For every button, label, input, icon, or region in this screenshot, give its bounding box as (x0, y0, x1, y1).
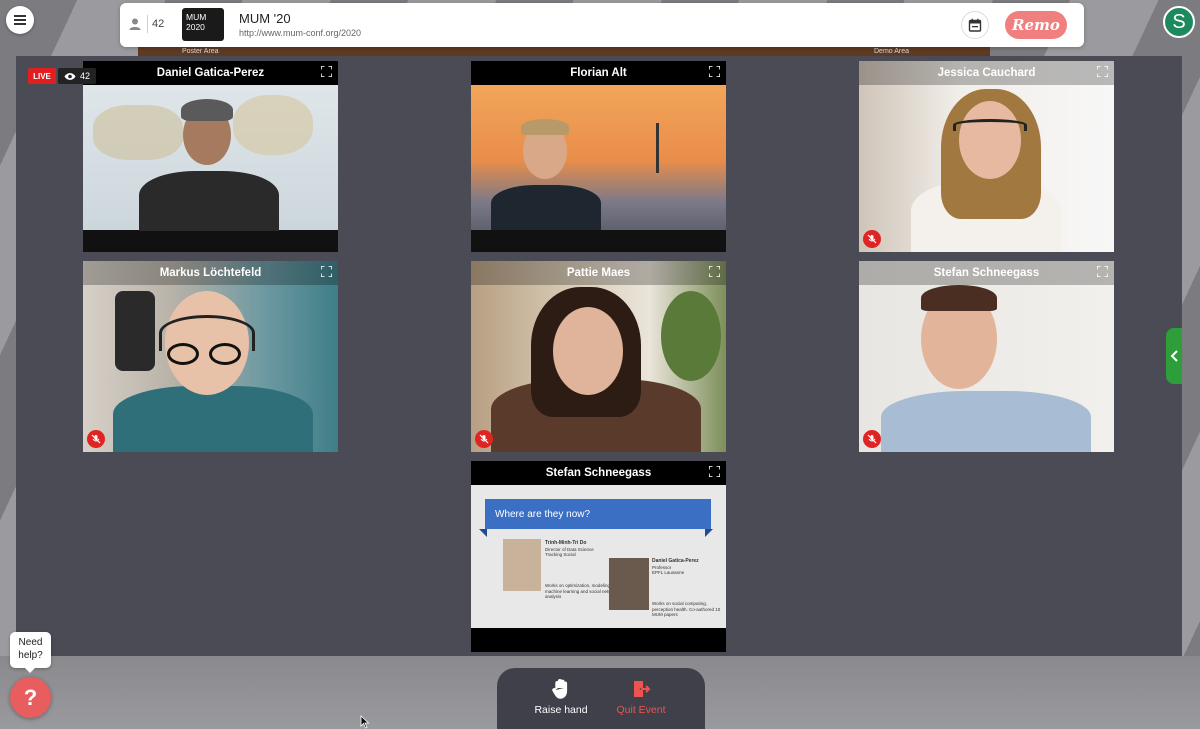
mic-muted-icon (87, 430, 105, 448)
video-tile[interactable]: Jessica Cauchard (859, 61, 1114, 252)
help-tooltip: Need help? (10, 632, 51, 673)
chevron-left-icon (1170, 350, 1178, 362)
expand-icon[interactable] (321, 266, 332, 277)
room-label-demo[interactable]: Demo Area (874, 48, 909, 55)
tile-name: Daniel Gatica-Perez (83, 61, 338, 85)
video-feed (471, 261, 726, 452)
live-badge: LIVE (28, 68, 56, 84)
calendar-button[interactable] (961, 11, 989, 39)
mic-muted-icon (863, 230, 881, 248)
expand-icon[interactable] (709, 266, 720, 277)
slide-person-2-name: Daniel Gatica-Perez (652, 558, 699, 564)
tile-name: Jessica Cauchard (859, 61, 1114, 85)
eye-icon (64, 72, 76, 80)
slide-person-1-org: Tracking Social (545, 552, 576, 557)
side-drawer-toggle[interactable] (1166, 328, 1182, 384)
slide-person-2-role: Professor (652, 564, 672, 570)
slide-person-2: Daniel Gatica-Perez Professor EPFL Lausa… (652, 558, 722, 576)
remo-logo: Remo (1005, 11, 1067, 39)
expand-icon[interactable] (709, 466, 720, 477)
slide-title: Where are they now? (485, 499, 711, 529)
hamburger-icon (14, 15, 26, 25)
video-tile[interactable]: Stefan Schneegass (859, 261, 1114, 452)
calendar-icon (968, 18, 982, 32)
tile-name: Stefan Schneegass (859, 261, 1114, 285)
logo-line-1: MUM (186, 12, 207, 22)
raise-hand-label: Raise hand (534, 704, 588, 716)
event-logo: MUM 2020 (182, 8, 224, 41)
quit-event-button[interactable]: Quit Event (601, 678, 681, 716)
help-button[interactable]: ? (10, 677, 51, 718)
video-tile[interactable]: Florian Alt (471, 61, 726, 252)
video-feed (471, 85, 726, 252)
tile-name: Stefan Schneegass (471, 461, 726, 485)
tile-name: Florian Alt (471, 61, 726, 85)
slide-person-2-desc: Works on social computing, perception he… (652, 601, 721, 617)
video-tile[interactable]: Daniel Gatica-Perez (83, 61, 338, 252)
expand-icon[interactable] (1097, 66, 1108, 77)
viewer-count: 42 (79, 71, 90, 81)
mic-muted-icon (475, 430, 493, 448)
video-tile[interactable]: Pattie Maes (471, 261, 726, 452)
slide-person-2-org: EPFL Lausanne (652, 570, 685, 575)
divider (147, 15, 148, 33)
quit-event-label: Quit Event (616, 704, 666, 716)
slide-photo (503, 539, 541, 591)
slide-banner-fold (705, 529, 713, 537)
tile-name: Markus Löchtefeld (83, 261, 338, 285)
tile-name: Pattie Maes (471, 261, 726, 285)
expand-icon[interactable] (321, 66, 332, 77)
help-tooltip-line-2: help? (18, 650, 43, 661)
slide-person-1-role: Director of Data Science (545, 546, 594, 552)
expand-icon[interactable] (709, 66, 720, 77)
person-icon (129, 18, 141, 30)
help-tooltip-line-1: Need (18, 637, 43, 648)
user-avatar[interactable]: S (1163, 6, 1195, 38)
control-bar: Raise hand Quit Event (497, 668, 705, 729)
question-icon: ? (23, 684, 38, 710)
menu-button[interactable] (6, 6, 34, 34)
screenshare-tile[interactable]: Stefan Schneegass Where are they now? Tr… (471, 461, 726, 652)
viewer-count-badge: 42 (58, 68, 96, 84)
mic-muted-icon (863, 430, 881, 448)
event-title: MUM '20 (239, 11, 291, 26)
slide-person-1-name: Trinh-Minh-Tri Do (545, 540, 587, 546)
room-label-poster[interactable]: Poster Area (182, 48, 219, 55)
video-feed (83, 85, 338, 252)
video-tile[interactable]: Markus Löchtefeld (83, 261, 338, 452)
logo-line-2: 2020 (186, 22, 205, 32)
event-header: 42 MUM 2020 MUM '20 http://www.mum-conf.… (120, 3, 1084, 47)
hand-icon (552, 679, 568, 699)
expand-icon[interactable] (1097, 266, 1108, 277)
attendee-count: 42 (152, 18, 165, 30)
slide-person-1: Trinh-Minh-Tri Do Director of Data Scien… (545, 540, 625, 558)
video-feed (859, 61, 1114, 252)
raise-hand-button[interactable]: Raise hand (521, 678, 601, 716)
mouse-cursor-icon (360, 715, 370, 729)
slide-banner-fold (479, 529, 487, 537)
exit-icon (634, 681, 651, 697)
slide-photo (609, 558, 649, 610)
event-url[interactable]: http://www.mum-conf.org/2020 (239, 28, 361, 38)
video-feed (859, 261, 1114, 452)
video-feed (83, 261, 338, 452)
